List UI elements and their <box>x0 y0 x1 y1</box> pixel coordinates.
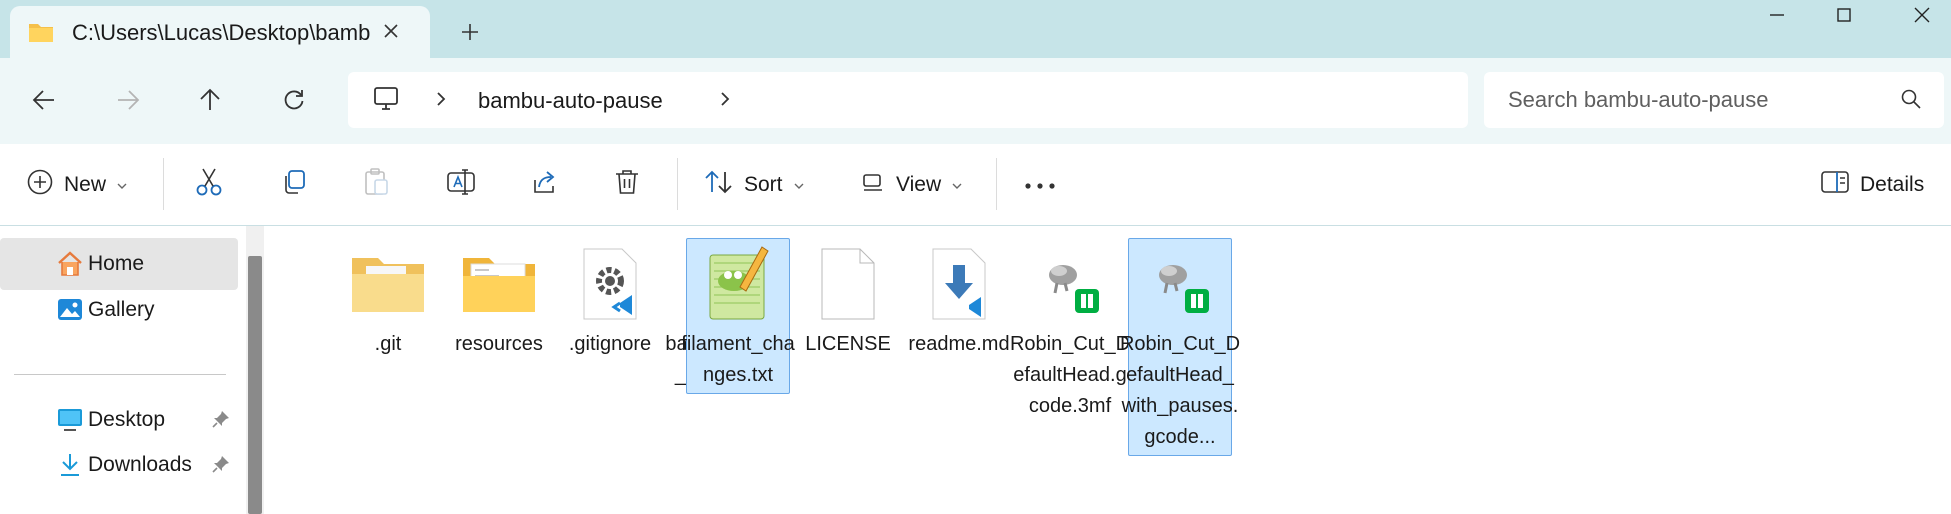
tab-title: C:\Users\Lucas\Desktop\bamb <box>72 20 371 45</box>
sidebar-scrollbar[interactable] <box>246 226 264 514</box>
notepad-plus-plus-file-icon <box>693 243 783 325</box>
pin-icon[interactable] <box>212 455 230 479</box>
view-label: View <box>896 173 942 196</box>
blank-file-icon <box>803 243 893 325</box>
breadcrumb[interactable]: bambu-auto-pause <box>478 88 663 114</box>
more-options-button[interactable] <box>1022 162 1058 208</box>
plus-circle-icon <box>26 168 54 202</box>
file-name: Robin_Cut_DefaultHead_with_pauses.gcode.… <box>1119 333 1241 448</box>
folder-icon <box>28 21 54 48</box>
navigation-pane: Home Gallery Desktop Downloads <box>0 226 270 514</box>
file-item-selected[interactable]: filament_changes.txt <box>681 238 795 394</box>
search-box <box>1484 72 1944 128</box>
home-icon <box>56 250 84 284</box>
details-pane-button[interactable]: Details <box>1820 162 1924 208</box>
file-item[interactable]: .git <box>324 238 452 363</box>
bambu-studio-file-icon <box>1135 243 1225 325</box>
minimize-icon[interactable] <box>1745 0 1809 30</box>
file-item[interactable]: Robin_Cut_DefaultHead.gcode.3mf <box>1006 238 1134 425</box>
file-name: .gitignore <box>568 333 652 355</box>
file-name: .git <box>374 333 402 355</box>
new-label: New <box>64 173 107 196</box>
copy-icon <box>280 168 308 202</box>
pin-icon[interactable] <box>212 410 230 434</box>
sort-button[interactable]: Sort <box>704 162 805 208</box>
address-bar: bambu-auto-pause <box>0 58 1951 144</box>
download-icon <box>56 451 84 485</box>
search-input[interactable] <box>1508 84 1888 116</box>
chevron-down-icon <box>951 173 963 197</box>
rename-button[interactable] <box>446 162 476 208</box>
up-arrow-icon[interactable] <box>190 80 230 120</box>
cut-button[interactable] <box>195 162 223 208</box>
sidebar-item-label: Gallery <box>88 298 155 321</box>
explorer-tab[interactable]: C:\Users\Lucas\Desktop\bamb <box>10 6 430 58</box>
delete-button[interactable] <box>614 162 640 208</box>
share-button[interactable] <box>530 162 558 208</box>
toolbar-divider <box>996 158 997 210</box>
vscode-settings-file-icon <box>565 243 655 325</box>
file-item[interactable]: LICENSE <box>784 238 912 363</box>
clipboard-icon <box>362 167 390 203</box>
sidebar-item-gallery[interactable]: Gallery <box>0 284 238 336</box>
file-name: LICENSE <box>805 333 891 355</box>
trash-icon <box>614 168 640 202</box>
file-item[interactable]: readme.md <box>895 238 1023 363</box>
copy-button[interactable] <box>280 162 308 208</box>
paste-button[interactable] <box>362 162 390 208</box>
rename-icon <box>446 167 476 203</box>
maximize-icon[interactable] <box>1812 0 1876 30</box>
chevron-down-icon <box>793 173 805 197</box>
sort-icon <box>704 169 734 201</box>
sidebar-item-home[interactable]: Home <box>0 238 238 290</box>
file-item[interactable]: .gitignore <box>546 238 674 363</box>
desktop-icon <box>56 406 84 438</box>
chevron-right-icon[interactable] <box>434 88 448 115</box>
chevron-down-icon <box>116 173 128 197</box>
this-pc-icon[interactable] <box>372 86 400 117</box>
chevron-right-icon[interactable] <box>718 88 732 115</box>
markdown-file-icon <box>914 243 1004 325</box>
toolbar-divider <box>677 158 678 210</box>
scissors-icon <box>195 167 223 203</box>
forward-arrow-icon[interactable] <box>108 80 148 120</box>
command-bar: New Sort View Details <box>0 144 1951 226</box>
search-icon[interactable] <box>1900 88 1922 115</box>
file-name: filament_changes.txt <box>681 333 795 386</box>
folder-icon <box>454 243 544 325</box>
details-pane-icon <box>1820 169 1850 201</box>
bambu-studio-file-icon <box>1025 243 1115 325</box>
share-icon <box>530 168 558 202</box>
folder-icon <box>343 243 433 325</box>
view-icon <box>860 169 886 201</box>
sidebar-item-label: Desktop <box>88 408 166 431</box>
sidebar-divider <box>14 374 226 375</box>
toolbar-divider <box>163 158 164 210</box>
file-name: readme.md <box>908 333 1010 355</box>
file-item-selected[interactable]: Robin_Cut_DefaultHead_with_pauses.gcode.… <box>1120 238 1240 456</box>
file-name: resources <box>455 333 543 355</box>
refresh-icon[interactable] <box>274 80 314 120</box>
sidebar-item-downloads[interactable]: Downloads <box>0 439 238 491</box>
gallery-icon <box>56 296 84 330</box>
address-path[interactable]: bambu-auto-pause <box>348 72 1468 128</box>
sidebar-item-label: Downloads <box>88 453 192 476</box>
file-view: .git resources .gitignore bambu_auto_pau… <box>270 226 1951 514</box>
details-label: Details <box>1860 173 1925 196</box>
back-arrow-icon[interactable] <box>24 80 64 120</box>
title-bar: C:\Users\Lucas\Desktop\bamb <box>0 0 1951 58</box>
scrollbar-thumb[interactable] <box>248 256 262 514</box>
more-options-icon <box>1022 173 1058 197</box>
view-button[interactable]: View <box>860 162 963 208</box>
file-name: Robin_Cut_DefaultHead.gcode.3mf <box>1009 333 1131 417</box>
new-tab-icon[interactable] <box>452 14 488 50</box>
close-tab-icon[interactable] <box>374 14 408 48</box>
new-button[interactable]: New <box>26 162 128 208</box>
file-item[interactable]: resources <box>435 238 563 363</box>
sort-label: Sort <box>744 173 783 196</box>
close-window-icon[interactable] <box>1890 0 1951 30</box>
sidebar-item-label: Home <box>88 252 145 275</box>
